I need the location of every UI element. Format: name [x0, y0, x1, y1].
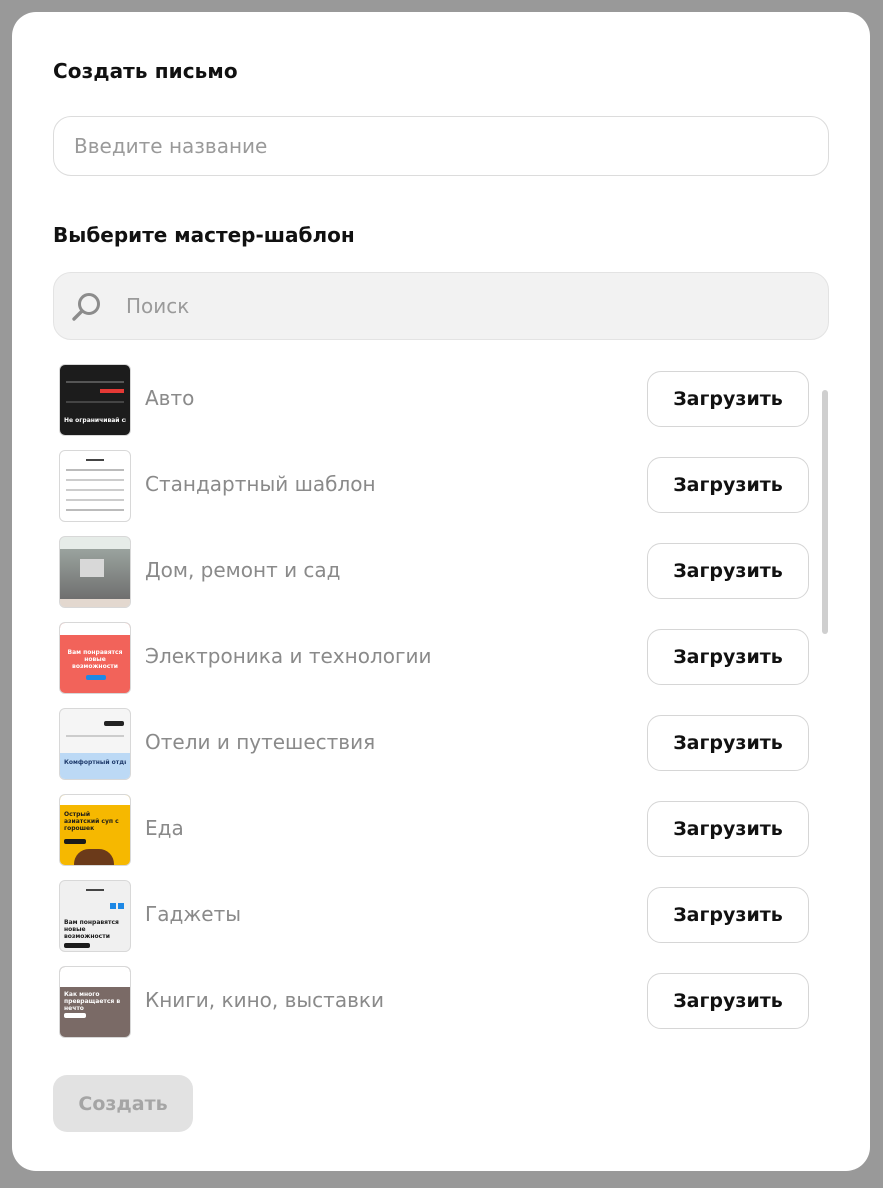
thumbnail-caption: Вам понравятся новые возможности [67, 649, 123, 670]
template-list-scrollbar[interactable] [822, 390, 828, 634]
template-label: Гаджеты [145, 902, 242, 926]
template-section-title: Выберите мастер-шаблон [53, 223, 355, 247]
create-letter-modal: Создать письмо Выберите мастер-шаблон Не… [12, 12, 870, 1171]
thumbnail-caption: Острый азиатский суп с горошек [64, 811, 119, 832]
load-template-button[interactable]: Загрузить [647, 371, 809, 427]
template-thumbnail-electronics: Вам понравятся новые возможности [59, 622, 131, 694]
load-template-button[interactable]: Загрузить [647, 543, 809, 599]
load-template-button[interactable]: Загрузить [647, 801, 809, 857]
template-label: Авто [145, 386, 195, 410]
template-thumbnail-hotels: Комфортный отдых [59, 708, 131, 780]
template-item-books: Как много превращается в нечто Книги, ки… [53, 960, 829, 1046]
load-template-button[interactable]: Загрузить [647, 887, 809, 943]
template-item-hotels: Комфортный отдых Отели и путешествия Заг… [53, 702, 829, 788]
load-template-button[interactable]: Загрузить [647, 715, 809, 771]
template-label: Стандартный шаблон [145, 472, 376, 496]
template-search-box[interactable] [53, 272, 829, 340]
template-label: Отели и путешествия [145, 730, 376, 754]
template-thumbnail-home [59, 536, 131, 608]
thumbnail-caption: Вам понравятся новые возможности [64, 919, 119, 940]
template-search-input[interactable] [126, 273, 806, 339]
template-item-gadgets: Вам понравятся новые возможности Гаджеты… [53, 874, 829, 960]
template-label: Еда [145, 816, 184, 840]
letter-name-input[interactable] [53, 116, 829, 176]
template-item-electronics: Вам понравятся новые возможности Электро… [53, 616, 829, 702]
template-thumbnail-standard [59, 450, 131, 522]
template-list[interactable]: Не ограничивай свои возможности Авто Заг… [53, 358, 829, 1048]
template-item-home: Дом, ремонт и сад Загрузить [53, 530, 829, 616]
search-icon [72, 293, 100, 321]
load-template-button[interactable]: Загрузить [647, 457, 809, 513]
thumbnail-caption: Комфортный отдых [64, 759, 126, 766]
thumbnail-caption: Не ограничивай свои возможности [64, 417, 126, 424]
template-label: Дом, ремонт и сад [145, 558, 341, 582]
modal-title: Создать письмо [53, 59, 238, 83]
create-button[interactable]: Создать [53, 1075, 193, 1132]
template-label: Электроника и технологии [145, 644, 432, 668]
template-thumbnail-avto: Не ограничивай свои возможности [59, 364, 131, 436]
load-template-button[interactable]: Загрузить [647, 973, 809, 1029]
template-thumbnail-food: Острый азиатский суп с горошек [59, 794, 131, 866]
load-template-button[interactable]: Загрузить [647, 629, 809, 685]
template-item-standard: Стандартный шаблон Загрузить [53, 444, 829, 530]
template-thumbnail-books: Как много превращается в нечто [59, 966, 131, 1038]
template-label: Книги, кино, выставки [145, 988, 384, 1012]
template-item-food: Острый азиатский суп с горошек Еда Загру… [53, 788, 829, 874]
template-thumbnail-gadgets: Вам понравятся новые возможности [59, 880, 131, 952]
thumbnail-caption: Как много превращается в нечто [64, 991, 121, 1012]
template-item-avto: Не ограничивай свои возможности Авто Заг… [53, 358, 829, 444]
